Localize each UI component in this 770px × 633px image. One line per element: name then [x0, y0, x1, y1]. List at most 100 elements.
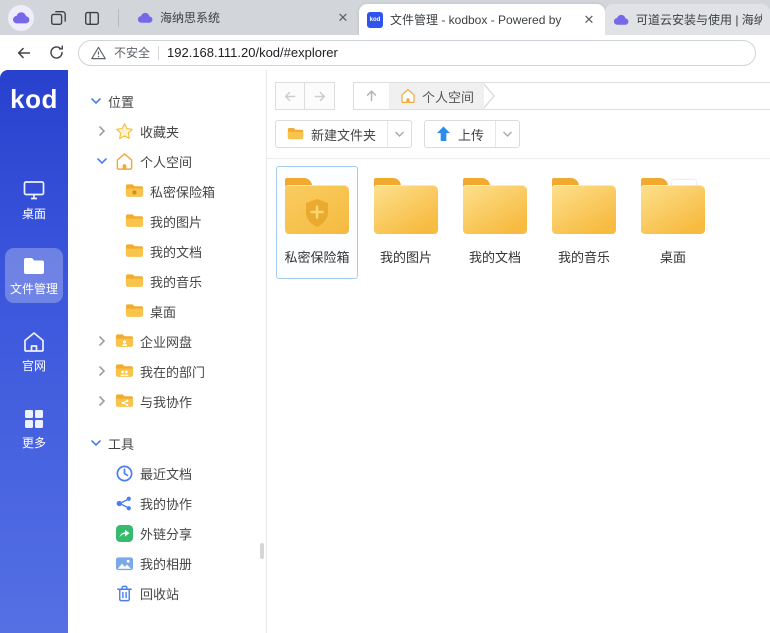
tree-label: 我的协作: [140, 494, 192, 513]
tree-item-personal-space[interactable]: 个人空间: [68, 146, 266, 176]
folder-icon: [124, 211, 144, 231]
grid-item-private-safe[interactable]: 私密保险箱: [276, 166, 358, 279]
tree-item-my-pictures[interactable]: 我的图片: [68, 206, 266, 236]
tree-group-file-types[interactable]: 文件类型: [68, 626, 266, 633]
tab-hinas-system[interactable]: 海纳思系统 ✕: [129, 0, 359, 35]
tree-group-location[interactable]: 位置: [68, 86, 266, 116]
chevron-down-icon[interactable]: [94, 156, 110, 166]
grid-item-my-pictures[interactable]: 我的图片: [365, 166, 447, 279]
tree-item-recycle-bin[interactable]: 回收站: [68, 578, 266, 608]
cloud-badge-icon[interactable]: [8, 5, 34, 31]
nav-forward-button[interactable]: [305, 82, 335, 110]
home-icon: [22, 331, 46, 353]
browser-window: 海纳思系统 ✕ kod 文件管理 - kodbox - Powered by ✕…: [0, 0, 770, 633]
chevron-down-icon[interactable]: [88, 96, 104, 106]
tab-kodcloud-docs[interactable]: 可道云安装与使用 | 海纳思: [605, 4, 770, 35]
tree-label: 与我协作: [140, 392, 192, 411]
star-icon: [114, 121, 134, 141]
tree-item-favorites[interactable]: 收藏夹: [68, 116, 266, 146]
kod-favicon: kod: [367, 12, 383, 28]
grid-icon: [23, 408, 45, 430]
tab-stack-icon[interactable]: [48, 8, 68, 28]
tree-label: 收藏夹: [140, 122, 179, 141]
refresh-icon[interactable]: [46, 43, 66, 63]
folder-icon: [463, 178, 527, 234]
folder-icon: [124, 271, 144, 291]
folder-paper-icon: [641, 178, 705, 234]
nav-back-button[interactable]: [275, 82, 305, 110]
new-folder-label: 新建文件夹: [311, 125, 376, 144]
tree-scrollbar[interactable]: [260, 543, 264, 559]
address-bar: 不安全 192.168.111.20/kod/#explorer: [0, 35, 770, 70]
tree-item-enterprise-disk[interactable]: 企业网盘: [68, 326, 266, 356]
tree-item-private-safe[interactable]: 私密保险箱: [68, 176, 266, 206]
upload-dropdown[interactable]: [495, 121, 519, 147]
tree-label: 我在的部门: [140, 362, 205, 381]
folder-tree-panel: 位置 收藏夹 个人空间 私密保险箱 我的图片: [68, 70, 267, 633]
file-grid: 私密保险箱 我的图片 我的文档 我的音乐 桌面: [267, 159, 770, 279]
tree-item-my-albums[interactable]: 我的相册: [68, 548, 266, 578]
folder-users-icon: [114, 361, 134, 381]
caret-down-icon: [395, 131, 404, 137]
new-folder-button[interactable]: 新建文件夹: [276, 121, 387, 147]
tree-item-my-music[interactable]: 我的音乐: [68, 266, 266, 296]
sidebar-item-desktop[interactable]: 桌面: [5, 171, 63, 228]
sidebar-item-more[interactable]: 更多: [5, 400, 63, 457]
tree-label: 我的文档: [150, 242, 202, 261]
trash-icon: [114, 583, 134, 603]
sidebar-item-website[interactable]: 官网: [5, 323, 63, 380]
sidebar-item-file-manager[interactable]: 文件管理: [5, 248, 63, 303]
folder-safe-icon: [285, 178, 349, 234]
tree-item-recent-docs[interactable]: 最近文档: [68, 458, 266, 488]
folder-share-icon: [114, 391, 134, 411]
pill-divider: [158, 46, 159, 60]
tree-item-my-department[interactable]: 我在的部门: [68, 356, 266, 386]
kodbox-app: kod 桌面 文件管理 官网 更多 位置: [0, 70, 770, 633]
tab-title: 文件管理 - kodbox - Powered by: [390, 11, 574, 28]
chevron-right-icon[interactable]: [94, 366, 110, 376]
tree-group-tools[interactable]: 工具: [68, 428, 266, 458]
grid-item-label: 我的图片: [380, 247, 432, 266]
monitor-icon: [22, 179, 46, 201]
tree-label: 外链分享: [140, 524, 192, 543]
grid-item-my-music[interactable]: 我的音乐: [543, 166, 625, 279]
back-icon[interactable]: [14, 43, 34, 63]
breadcrumb-segment-personal-space[interactable]: 个人空间: [390, 83, 484, 109]
tab-kodbox-active[interactable]: kod 文件管理 - kodbox - Powered by ✕: [359, 4, 605, 35]
chevron-down-icon[interactable]: [88, 438, 104, 448]
caret-down-icon: [503, 131, 512, 137]
folder-icon: [287, 127, 304, 141]
sidebar-item-label: 更多: [22, 434, 46, 451]
tree-item-my-documents[interactable]: 我的文档: [68, 236, 266, 266]
grid-item-my-documents[interactable]: 我的文档: [454, 166, 536, 279]
tab-close-icon[interactable]: ✕: [335, 10, 351, 26]
security-label[interactable]: 不安全: [114, 44, 150, 61]
upload-button[interactable]: 上传: [425, 121, 495, 147]
tab-bar: 海纳思系统 ✕ kod 文件管理 - kodbox - Powered by ✕…: [0, 0, 770, 35]
grid-item-label: 私密保险箱: [284, 247, 349, 266]
chevron-right-icon[interactable]: [94, 126, 110, 136]
nav-up-button[interactable]: [354, 83, 390, 109]
tree-item-external-share[interactable]: 外链分享: [68, 518, 266, 548]
folder-icon: [22, 256, 46, 276]
vertical-tabs-icon[interactable]: [82, 8, 102, 28]
url-text[interactable]: 192.168.111.20/kod/#explorer: [167, 45, 338, 60]
tree-label: 私密保险箱: [150, 182, 215, 201]
url-field[interactable]: 不安全 192.168.111.20/kod/#explorer: [78, 40, 756, 66]
upload-split-button: 上传: [424, 120, 520, 148]
cloud-favicon: [613, 14, 629, 26]
tab-close-icon[interactable]: ✕: [581, 12, 597, 28]
tab-title: 可道云安装与使用 | 海纳思: [636, 11, 762, 28]
tree-item-desktop[interactable]: 桌面: [68, 296, 266, 326]
grid-item-label: 我的文档: [469, 247, 521, 266]
sidebar-item-label: 官网: [22, 357, 46, 374]
tree-item-my-collaboration[interactable]: 我的协作: [68, 488, 266, 518]
sidebar-item-label: 桌面: [22, 205, 46, 222]
chevron-right-icon[interactable]: [94, 336, 110, 346]
grid-item-desktop[interactable]: 桌面: [632, 166, 714, 279]
new-folder-dropdown[interactable]: [387, 121, 411, 147]
tree-label: 位置: [108, 92, 134, 111]
tree-item-shared-with-me[interactable]: 与我协作: [68, 386, 266, 416]
grid-item-label: 我的音乐: [558, 247, 610, 266]
chevron-right-icon[interactable]: [94, 396, 110, 406]
